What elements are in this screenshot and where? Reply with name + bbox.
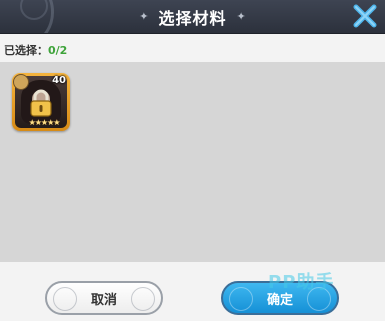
confirm-button-label: 确定 <box>266 292 293 308</box>
selected-count-row: 已选择：0/2 <box>4 42 67 58</box>
star-rating: ★★★★★ <box>28 118 61 127</box>
button-ornament <box>53 287 77 311</box>
sparkle-icon: ✦ <box>139 10 149 23</box>
dialog-title: 选择材料 <box>158 8 227 28</box>
close-button[interactable] <box>351 2 379 30</box>
close-icon <box>353 4 377 28</box>
lock-icon <box>30 89 52 117</box>
dialog-header: ✦ 选择材料 ✦ <box>0 0 385 34</box>
cancel-button-label: 取消 <box>90 292 117 308</box>
header-title-group: ✦ 选择材料 ✦ <box>0 0 385 33</box>
material-item-card[interactable]: ★★★★★ 40 <box>12 73 70 131</box>
selected-label: 已选择： <box>4 44 48 57</box>
level-badge: 40 <box>52 75 66 86</box>
button-ornament <box>229 287 253 311</box>
sparkle-icon: ✦ <box>236 10 246 23</box>
selected-count: 0/2 <box>48 44 68 57</box>
cancel-button[interactable]: 取消 <box>45 281 163 315</box>
button-ornament <box>131 287 155 311</box>
material-select-dialog: ✦ 选择材料 ✦ 已选择：0/2 ★★★★★ 40 取消 确定 PP助手 <box>0 0 385 321</box>
material-grid: ★★★★★ 40 <box>0 62 385 262</box>
element-icon <box>13 74 29 90</box>
